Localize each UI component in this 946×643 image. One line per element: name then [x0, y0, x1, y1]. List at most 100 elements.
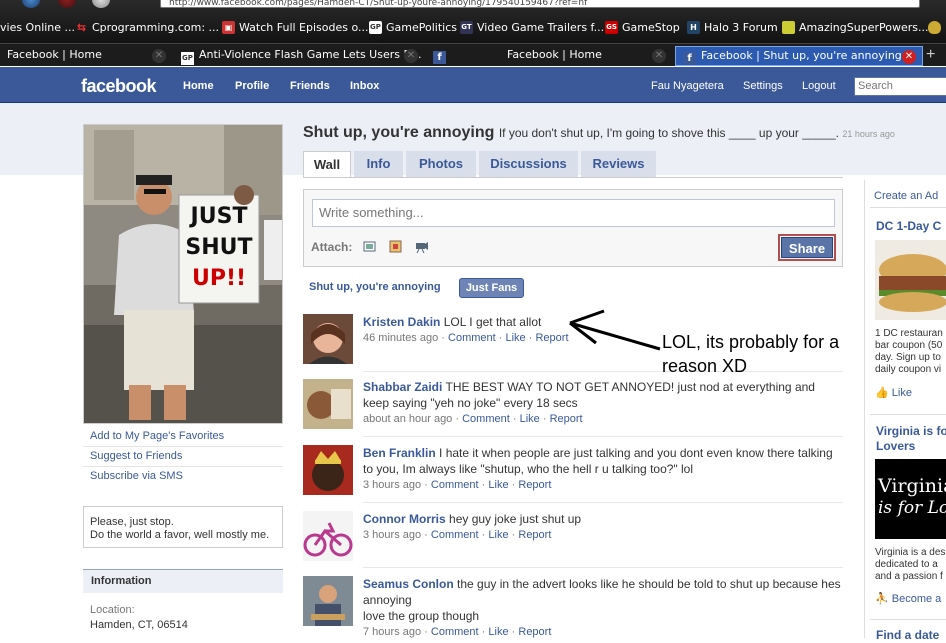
post-time[interactable]: 46 minutes ago [363, 332, 438, 344]
ad-title-line: Lovers [876, 439, 916, 453]
profile-picture[interactable]: JUST SHUT UP!! [83, 124, 283, 424]
post-author[interactable]: Connor Morris [363, 512, 446, 526]
close-icon[interactable]: ✕ [404, 49, 418, 63]
bookmark-label: vies Online ... [0, 21, 76, 34]
close-icon[interactable]: ✕ [652, 49, 666, 63]
link-attach-icon[interactable] [388, 239, 403, 254]
post-time[interactable]: 3 hours ago [363, 479, 421, 491]
like-link[interactable]: Like [488, 529, 508, 541]
post-time[interactable]: about an hour ago [363, 413, 452, 425]
ad-title[interactable]: Find a date [876, 628, 939, 643]
close-icon[interactable]: ✕ [902, 50, 916, 64]
add-to-favorites-link[interactable]: Add to My Page's Favorites [90, 430, 224, 442]
search-input[interactable]: Search [854, 77, 946, 96]
ad-like-button[interactable]: 👍 Like [875, 386, 912, 399]
logout-link[interactable]: Logout [802, 80, 836, 92]
about-line: Do the world a favor, well mostly me. [90, 529, 270, 541]
avatar[interactable] [303, 314, 353, 364]
publisher-box: Write something... Attach: Share [303, 189, 843, 267]
annotation-line: LOL, its probably for a [662, 332, 840, 352]
tab-info[interactable]: Info [354, 151, 403, 177]
post-author[interactable]: Ben Franklin [363, 446, 436, 460]
separator: · [441, 332, 445, 344]
nav-home[interactable]: Home [183, 80, 214, 92]
comment-link[interactable]: Comment [431, 626, 479, 638]
subscribe-sms-link[interactable]: Subscribe via SMS [90, 470, 183, 482]
sandwich-ad-image[interactable] [875, 240, 946, 320]
avatar[interactable] [303, 445, 353, 495]
bookmark-label: Halo 3 Forum [704, 21, 778, 34]
avatar[interactable] [303, 379, 353, 429]
bookmark-item[interactable]: GP GamePolitics [369, 21, 457, 34]
ad-title[interactable]: Virginia is fo Lovers [876, 424, 946, 454]
new-tab-button[interactable]: + [926, 46, 935, 64]
like-link[interactable]: Like [506, 332, 526, 344]
bookmark-item[interactable]: ▣ Watch Full Episodes o... [222, 21, 369, 34]
arrow-icon: ⇆ [76, 21, 87, 34]
browser-tab-active[interactable]: f Facebook | Shut up, you're annoying ✕ [675, 46, 923, 66]
share-label: Share [781, 237, 833, 258]
like-link[interactable]: Like [488, 626, 508, 638]
comment-link[interactable]: Comment [431, 529, 479, 541]
filter-page-posts[interactable]: Shut up, you're annoying [309, 281, 441, 293]
post-author[interactable]: Shabbar Zaidi [363, 380, 442, 394]
ad-text: Virginia is a des dedicated to a and a p… [875, 547, 945, 583]
thumbs-up-icon: 👍 [875, 387, 889, 399]
suggest-to-friends-link[interactable]: Suggest to Friends [90, 450, 182, 462]
ad-title[interactable]: DC 1-Day C [876, 219, 941, 234]
avatar[interactable] [303, 576, 353, 626]
browser-tab[interactable]: GP Anti-Violence Flash Game Lets Users B.… [174, 46, 424, 66]
bookmark-item[interactable] [928, 21, 945, 34]
report-link[interactable]: Report [518, 626, 551, 638]
bookmark-item[interactable]: GT Video Game Trailers f... [460, 21, 604, 34]
page-title: Shut up, you're annoying If you don't sh… [303, 124, 895, 142]
tab-reviews[interactable]: Reviews [581, 151, 656, 177]
wall-post-input[interactable]: Write something... [312, 199, 835, 227]
comment-link[interactable]: Comment [431, 479, 479, 491]
like-link[interactable]: Like [488, 479, 508, 491]
filter-just-fans[interactable]: Just Fans [459, 278, 524, 298]
tab-discussions[interactable]: Discussions [479, 151, 578, 177]
report-link[interactable]: Report [518, 479, 551, 491]
browser-tab[interactable]: Facebook | Home ✕ [0, 46, 172, 66]
bookmark-item[interactable]: ⇆ Cprogramming.com: ... [75, 21, 219, 34]
create-ad-link[interactable]: Create an Ad [874, 190, 938, 202]
photo-attach-icon[interactable] [362, 239, 377, 254]
post-author[interactable]: Seamus Conlon [363, 577, 454, 591]
nav-friends[interactable]: Friends [290, 80, 330, 92]
back-button[interactable] [22, 0, 40, 8]
bookmark-item[interactable]: AmazingSuperPowers... [782, 21, 928, 34]
comment-link[interactable]: Comment [448, 332, 496, 344]
settings-link[interactable]: Settings [743, 80, 783, 92]
post-time[interactable]: 3 hours ago [363, 529, 421, 541]
virginia-ad-image[interactable]: Virginia is for Lov [875, 459, 946, 539]
ad-become-fan-button[interactable]: ⛹ Become a [875, 592, 941, 605]
stop-button[interactable] [58, 0, 76, 8]
browser-tabstrip: Facebook | Home ✕ GP Anti-Violence Flash G… [0, 43, 946, 66]
video-attach-icon[interactable] [414, 239, 429, 254]
tab-wall[interactable]: Wall [303, 151, 351, 178]
user-name-link[interactable]: Fau Nyagetera [651, 80, 724, 92]
tab-photos[interactable]: Photos [406, 151, 476, 177]
bookmark-item[interactable]: H Halo 3 Forum [687, 21, 778, 34]
share-button[interactable]: Share [778, 234, 836, 261]
home-button[interactable] [92, 0, 110, 8]
nav-profile[interactable]: Profile [235, 80, 269, 92]
about-line: Please, just stop. [90, 516, 174, 528]
facebook-logo[interactable]: facebook [81, 76, 157, 97]
bookmark-item[interactable]: vies Online ... [0, 21, 75, 34]
nav-inbox[interactable]: Inbox [350, 80, 379, 92]
address-bar[interactable]: http://www.facebook.com/pages/Hamden-CT/… [160, 0, 920, 8]
avatar[interactable] [303, 511, 353, 561]
post-time[interactable]: 7 hours ago [363, 626, 421, 638]
comment-link[interactable]: Comment [462, 413, 510, 425]
information-header: Information [83, 569, 283, 593]
bookmark-item[interactable]: GS GameStop [605, 21, 680, 34]
post-author[interactable]: Kristen Dakin [363, 315, 440, 329]
like-link[interactable]: Like [520, 413, 540, 425]
report-link[interactable]: Report [518, 529, 551, 541]
browser-tab[interactable]: f Facebook | Home ✕ [426, 46, 672, 66]
close-icon[interactable]: ✕ [152, 49, 166, 63]
report-link[interactable]: Report [550, 413, 583, 425]
post-text: hey guy joke just shut up [449, 512, 582, 526]
